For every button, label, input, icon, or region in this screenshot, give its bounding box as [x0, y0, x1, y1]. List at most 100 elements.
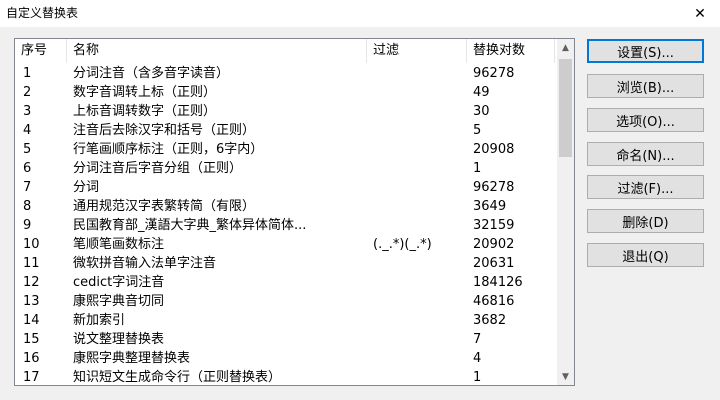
row-count: 20908: [473, 142, 515, 157]
row-name: 知识短文生成命令行（正则替换表）: [73, 370, 282, 385]
row-filter: (._.*)(_.*): [373, 237, 432, 252]
column-header-count[interactable]: 替换对数: [467, 39, 555, 63]
row-count: 46816: [473, 294, 515, 309]
options-button[interactable]: 选项(O)...: [587, 108, 704, 132]
row-filter: [373, 292, 465, 311]
row-filter: [373, 368, 465, 385]
row-number: 5: [23, 142, 32, 157]
row-count: 1: [473, 161, 482, 176]
row-filter: [373, 330, 465, 349]
row-count: 30: [473, 104, 490, 119]
row-number: 3: [23, 104, 32, 119]
table-row[interactable]: 3 上标音调转数字（正则） 30: [15, 102, 555, 121]
scroll-up-arrow-icon[interactable]: ▲: [557, 39, 574, 56]
settings-button[interactable]: 设置(S)...: [587, 39, 704, 63]
row-number: 8: [23, 199, 32, 214]
row-count: 184126: [473, 275, 523, 290]
table-row[interactable]: 1 分词注音（含多音字读音） 96278: [15, 64, 555, 83]
column-header-filter[interactable]: 过滤: [367, 39, 467, 63]
window-title: 自定义替换表: [6, 6, 79, 20]
row-number: 6: [23, 161, 32, 176]
row-number: 13: [23, 294, 40, 309]
row-name: 分词注音后字音分组（正则）: [73, 161, 243, 176]
row-name: 康熙字典整理替换表: [73, 351, 191, 366]
row-filter: [373, 178, 465, 197]
row-filter: [373, 140, 465, 159]
row-number: 15: [23, 332, 40, 347]
table-row[interactable]: 5 行笔画顺序标注（正则，6字内） 20908: [15, 140, 555, 159]
row-count: 32159: [473, 218, 515, 233]
row-name: 分词: [73, 180, 100, 195]
filter-button[interactable]: 过滤(F)...: [587, 175, 704, 199]
row-number: 10: [23, 237, 40, 252]
row-filter: [373, 83, 465, 102]
row-number: 4: [23, 123, 32, 138]
row-number: 12: [23, 275, 40, 290]
row-filter: [373, 121, 465, 140]
row-count: 7: [473, 332, 482, 347]
row-number: 2: [23, 85, 32, 100]
row-filter: [373, 273, 465, 292]
table-row[interactable]: 8 通用规范汉字表繁转简（有限） 3649: [15, 197, 555, 216]
row-number: 17: [23, 370, 40, 385]
column-header-name[interactable]: 名称: [67, 39, 367, 63]
row-name: 注音后去除汉字和括号（正则）: [73, 123, 256, 138]
row-filter: [373, 64, 465, 83]
table-rows: 1 分词注音（含多音字读音） 96278 2 数字音调转上标（正则） 49 3 上标音调转…: [15, 64, 555, 385]
exit-button[interactable]: 退出(Q): [587, 243, 704, 267]
row-name: 上标音调转数字（正则）: [73, 104, 217, 119]
table-row[interactable]: 9 民国教育部_漢語大字典_繁体异体简体... 32159: [15, 216, 555, 235]
table-row[interactable]: 6 分词注音后字音分组（正则） 1: [15, 159, 555, 178]
rename-button[interactable]: 命名(N)...: [587, 142, 704, 166]
vertical-scrollbar[interactable]: ▲ ▼: [557, 39, 574, 385]
row-name: 康熙字典音切同: [73, 294, 165, 309]
row-count: 4: [473, 351, 482, 366]
row-filter: [373, 216, 465, 235]
table-row[interactable]: 7 分词 96278: [15, 178, 555, 197]
row-number: 1: [23, 66, 32, 81]
browse-button[interactable]: 浏览(B)...: [587, 74, 704, 98]
row-count: 20902: [473, 237, 515, 252]
row-name: 说文整理替换表: [73, 332, 165, 347]
row-number: 16: [23, 351, 40, 366]
row-count: 49: [473, 85, 490, 100]
row-name: 通用规范汉字表繁转简（有限）: [73, 199, 256, 214]
row-count: 20631: [473, 256, 515, 271]
row-filter: [373, 197, 465, 216]
delete-button[interactable]: 删除(D): [587, 209, 704, 233]
table-row[interactable]: 4 注音后去除汉字和括号（正则） 5: [15, 121, 555, 140]
row-name: 分词注音（含多音字读音）: [73, 66, 230, 81]
replacement-table-list[interactable]: 序号 名称 过滤 替换对数 1 分词注音（含多音字读音） 96278 2 数字音调转上…: [14, 38, 575, 386]
row-name: cedict字词注音: [73, 275, 165, 290]
table-row[interactable]: 15 说文整理替换表 7: [15, 330, 555, 349]
table-header: 序号 名称 过滤 替换对数: [15, 39, 555, 63]
row-name: 行笔画顺序标注（正则，6字内）: [73, 142, 264, 157]
scroll-down-arrow-icon[interactable]: ▼: [557, 368, 574, 385]
row-filter: [373, 349, 465, 368]
row-count: 1: [473, 370, 482, 385]
row-name: 数字音调转上标（正则）: [73, 85, 217, 100]
table-row[interactable]: 16 康熙字典整理替换表 4: [15, 349, 555, 368]
row-name: 民国教育部_漢語大字典_繁体异体简体...: [73, 218, 307, 233]
row-number: 14: [23, 313, 40, 328]
row-count: 96278: [473, 180, 515, 195]
table-row[interactable]: 12 cedict字词注音 184126: [15, 273, 555, 292]
scrollbar-thumb[interactable]: [559, 59, 572, 157]
table-row[interactable]: 17 知识短文生成命令行（正则替换表） 1: [15, 368, 555, 385]
column-header-no[interactable]: 序号: [15, 39, 67, 63]
row-filter: [373, 254, 465, 273]
table-row[interactable]: 2 数字音调转上标（正则） 49: [15, 83, 555, 102]
row-count: 5: [473, 123, 482, 138]
table-row[interactable]: 13 康熙字典音切同 46816: [15, 292, 555, 311]
title-bar: 自定义替换表 ✕: [0, 0, 720, 27]
row-count: 3682: [473, 313, 507, 328]
row-count: 96278: [473, 66, 515, 81]
table-row[interactable]: 11 微软拼音输入法单字注音 20631: [15, 254, 555, 273]
row-filter: [373, 102, 465, 121]
close-button[interactable]: ✕: [680, 0, 720, 27]
row-filter: [373, 159, 465, 178]
row-number: 11: [23, 256, 40, 271]
table-row[interactable]: 10 笔顺笔画数标注 (._.*)(_.*) 20902: [15, 235, 555, 254]
close-icon: ✕: [694, 5, 706, 22]
table-row[interactable]: 14 新加索引 3682: [15, 311, 555, 330]
